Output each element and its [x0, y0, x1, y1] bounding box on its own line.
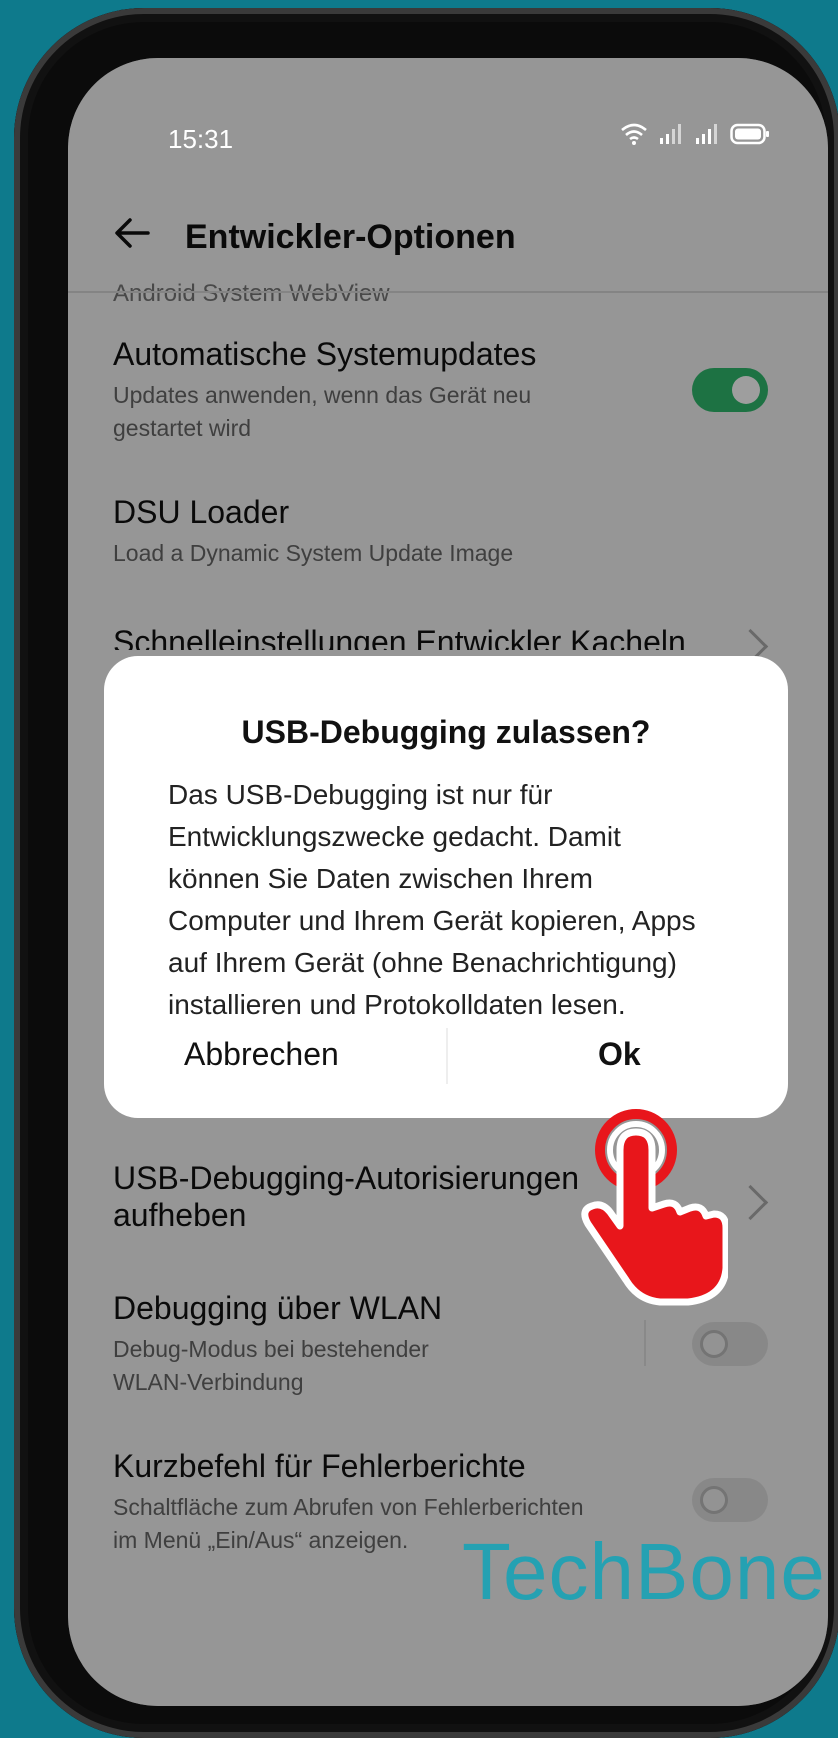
- wifi-icon: [621, 123, 647, 145]
- status-time: 15:31: [168, 124, 234, 154]
- usb-debugging-dialog: USB-Debugging zulassen? Das USB-Debuggin…: [104, 656, 788, 1118]
- button-divider: [446, 1028, 448, 1084]
- phone-screen: Entwickler-Optionen Android System WebVi…: [68, 58, 828, 1706]
- techbone-watermark: TechBone: [462, 1527, 826, 1616]
- signal-icon: [660, 124, 681, 144]
- tap-hand-icon: [581, 1109, 728, 1306]
- signal-icon: [696, 124, 717, 144]
- status-bar: 15:31: [68, 58, 828, 158]
- cancel-button[interactable]: Abbrechen: [184, 1036, 339, 1073]
- ok-button[interactable]: Ok: [598, 1036, 641, 1073]
- battery-icon: [730, 123, 769, 145]
- dialog-title: USB-Debugging zulassen?: [241, 714, 651, 750]
- phone-frame: Entwickler-Optionen Android System WebVi…: [14, 8, 838, 1738]
- status-icons: [620, 122, 770, 146]
- dialog-message: Das USB-Debugging ist nur für Entwicklun…: [168, 779, 696, 1020]
